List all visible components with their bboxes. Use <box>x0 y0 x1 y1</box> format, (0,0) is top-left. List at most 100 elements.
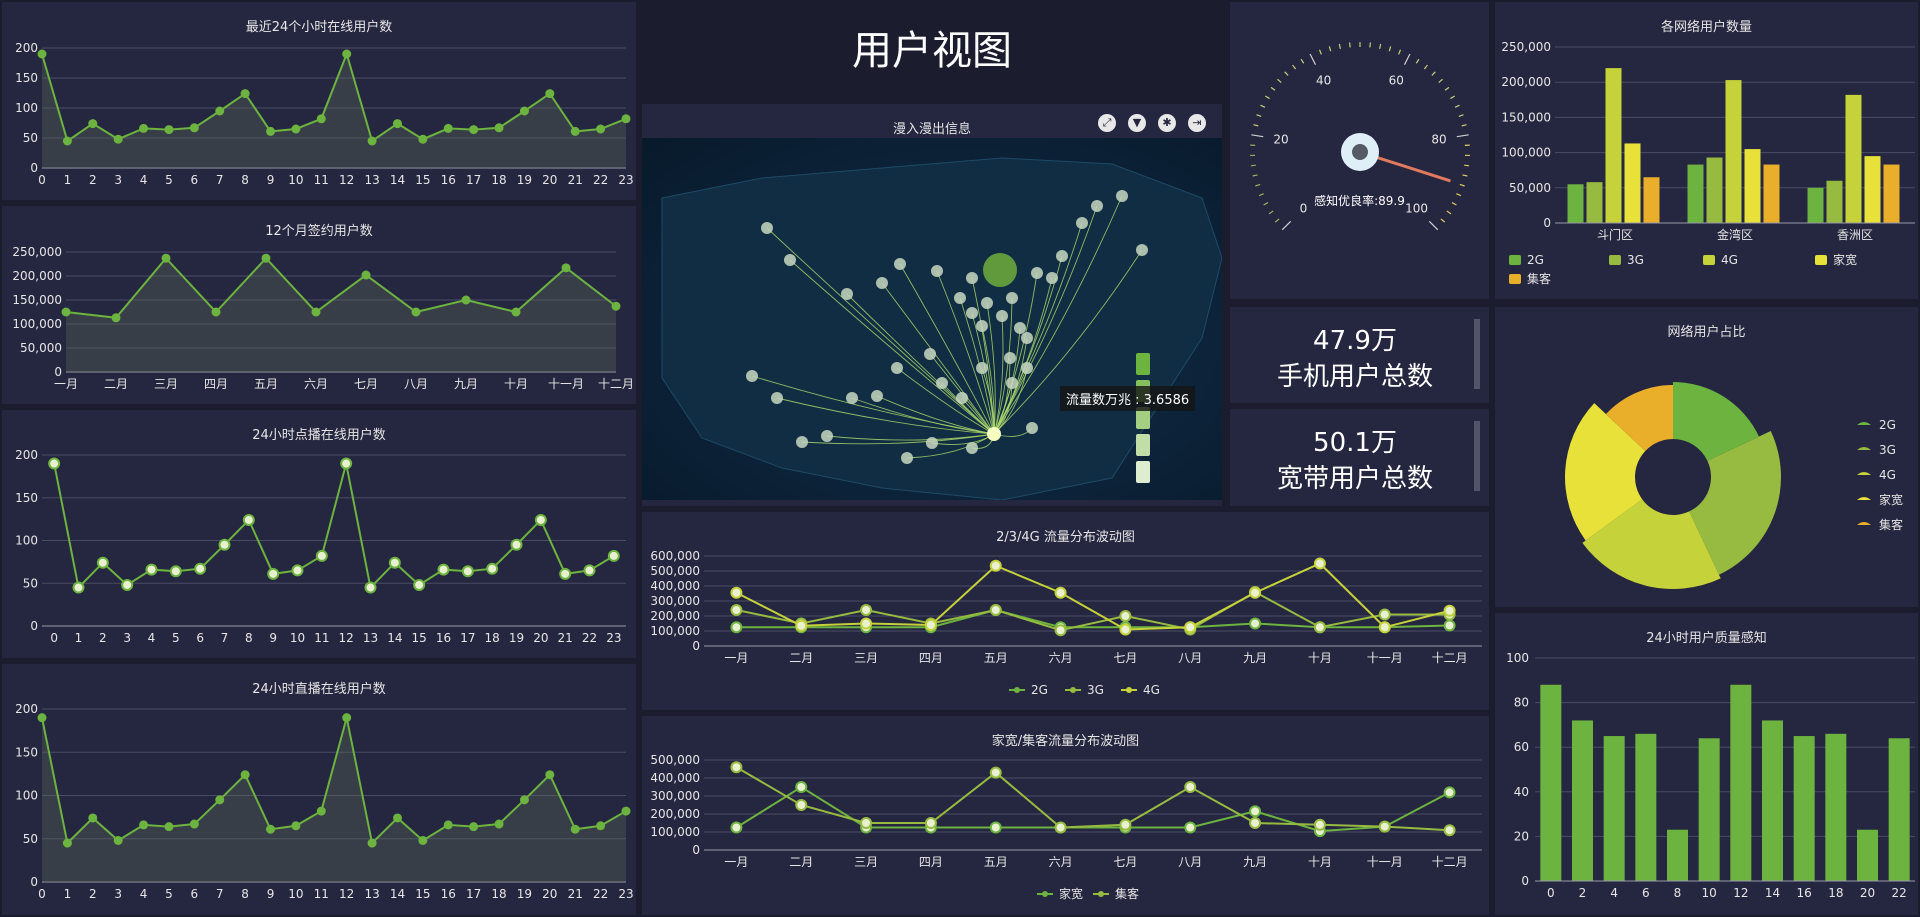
origin-point <box>981 297 993 309</box>
origin-point <box>1026 422 1038 434</box>
bar <box>1687 164 1704 223</box>
data-point <box>139 123 149 133</box>
y-tick-label: 150 <box>15 491 38 505</box>
y-tick-label: 0 <box>30 161 38 175</box>
flowbb-chart: 0 100,000 200,000 300,000 400,000 500,000 一月 二月… <box>650 753 1482 901</box>
x-tick-label: 12 <box>339 887 354 901</box>
map-canvas[interactable] <box>642 138 1222 500</box>
data-point <box>534 513 547 526</box>
x-tick-label: 4 <box>148 631 156 645</box>
quality24-panel: 24小时用户质量感知 0 20 40 60 80 100 0 2 4 6 8 10 12 14 16 18 20… <box>1495 613 1918 915</box>
data-point <box>494 123 504 133</box>
gauge-tick <box>1456 134 1469 138</box>
legend-marker <box>1815 255 1827 265</box>
legend-marker-dot <box>1042 891 1048 897</box>
x-tick-label: 九月 <box>1243 651 1267 665</box>
gauge-tick <box>1458 114 1464 117</box>
data-point <box>1054 586 1067 599</box>
x-tick-label: 11 <box>314 631 329 645</box>
origin-point <box>1056 250 1068 262</box>
scrollbar[interactable] <box>1474 421 1480 491</box>
x-tick-label: 三月 <box>154 377 178 391</box>
data-point <box>316 114 326 124</box>
filter-icon[interactable]: ▼ <box>1128 114 1146 132</box>
y-tick-label: 200,000 <box>650 807 700 821</box>
export-icon[interactable]: ⇥ <box>1188 114 1206 132</box>
origin-point <box>876 277 888 289</box>
y-tick-label: 500,000 <box>650 753 700 767</box>
data-point <box>596 124 606 134</box>
data-point <box>730 586 743 599</box>
origin-point <box>746 370 758 382</box>
gauge-tick <box>1450 95 1455 100</box>
origin-point <box>821 430 833 442</box>
x-tick-label: 斗门区 <box>1597 227 1633 242</box>
x-tick-label: 八月 <box>1178 855 1202 869</box>
gauge-panel: 0 20 40 60 80 100 感知优良率:89.9 <box>1230 2 1489 299</box>
x-tick-label: 15 <box>412 631 427 645</box>
settings-icon[interactable]: ✱ <box>1158 114 1176 132</box>
fullscreen-icon[interactable]: ⤢ <box>1098 114 1116 132</box>
data-point <box>596 821 606 831</box>
data-point <box>461 295 471 305</box>
data-point <box>316 806 326 816</box>
origin-point <box>1006 292 1018 304</box>
x-tick-label: 17 <box>466 887 481 901</box>
data-point <box>88 119 98 129</box>
gauge-tick <box>1459 183 1465 187</box>
x-tick-label: 六月 <box>1049 855 1073 869</box>
x-tick-label: 21 <box>568 887 583 901</box>
gauge-tick <box>1253 124 1259 127</box>
x-tick-label: 6 <box>191 173 199 187</box>
x-tick-label: 9 <box>267 173 275 187</box>
data-point <box>121 578 134 591</box>
x-tick-label: 3 <box>114 173 122 187</box>
x-tick-label: 12 <box>339 631 354 645</box>
data-point <box>88 813 98 823</box>
data-point <box>240 89 250 99</box>
bar <box>1826 180 1843 223</box>
x-tick-label: 13 <box>363 631 378 645</box>
data-point <box>413 578 426 591</box>
gauge-tick <box>1398 49 1402 55</box>
x-tick-label: 18 <box>485 631 500 645</box>
y-tick-label: 150 <box>15 71 38 85</box>
gauge-tick <box>1284 71 1289 76</box>
x-tick-label: 17 <box>466 173 481 187</box>
data-point <box>511 307 521 317</box>
online24-panel: 最近24个小时在线用户数 0 50 100 150 200 0 1 2 3 4 5 6 7 8 9 10 11 1… <box>2 2 636 200</box>
x-tick-label: 9 <box>269 631 277 645</box>
data-point <box>1119 610 1132 622</box>
x-tick-label: 18 <box>491 173 506 187</box>
x-tick-label: 十二月 <box>1432 651 1468 665</box>
x-tick-label: 7 <box>221 631 229 645</box>
origin-point <box>784 254 796 266</box>
gauge-label: 感知优良率:89.9 <box>1314 194 1405 208</box>
y-tick-label: 200,000 <box>1501 75 1551 89</box>
legend-marker <box>1857 497 1871 500</box>
netshare-chart: 2G 3G 4G 家宽集客 <box>1565 382 1903 589</box>
bar <box>1857 829 1878 881</box>
data-point <box>583 564 596 577</box>
vod24-chart: 0501001502000 1 2 3 4 5 6 7 8 9 10 11 12 13 14 15 16 17 18… <box>15 448 626 645</box>
gauge-tick <box>1431 71 1436 76</box>
legend-label: 2G <box>1527 253 1544 267</box>
gauge-tick <box>1464 164 1470 167</box>
mobile-users-value: 47.9万 <box>1313 326 1397 356</box>
gauge-tick <box>1281 220 1292 231</box>
x-tick-label: 9 <box>267 887 275 901</box>
x-tick-label: 15 <box>415 173 430 187</box>
y-tick-label: 100,000 <box>12 317 62 331</box>
scrollbar[interactable] <box>1474 319 1480 389</box>
legend-marker-dot <box>1070 687 1076 693</box>
x-tick-label: 五月 <box>984 855 1008 869</box>
gauge-tick <box>1277 78 1282 84</box>
y-tick-label: 100,000 <box>650 825 700 839</box>
x-tick-label: 七月 <box>1113 651 1137 665</box>
x-tick-label: 2 <box>1579 886 1587 900</box>
x-tick-label: 12 <box>1733 886 1748 900</box>
data-point <box>61 307 71 317</box>
gauge-tick <box>1252 174 1258 177</box>
x-tick-label: 12 <box>339 173 354 187</box>
x-tick-label: 七月 <box>354 377 378 391</box>
